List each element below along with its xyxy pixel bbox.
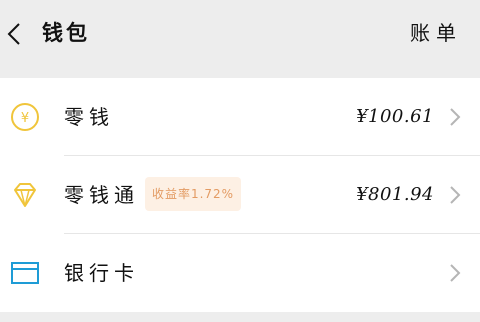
chevron-right-icon: [450, 108, 461, 126]
page-title: 钱包: [42, 21, 90, 45]
wallet-list: ¥ 零钱 ¥100.61 零钱通 收益率1.72% ¥801.94 银行卡: [0, 78, 480, 312]
yield-rate-badge: 收益率1.72%: [145, 177, 241, 211]
diamond-icon: [14, 183, 36, 207]
back-arrow-icon: [7, 23, 20, 45]
wallet-item-change-plus[interactable]: 零钱通 收益率1.72% ¥801.94: [0, 156, 480, 234]
wallet-item-label: 零钱: [64, 105, 114, 129]
wallet-item-label: 零钱通: [64, 183, 139, 207]
bank-card-icon: [11, 262, 39, 284]
bill-button[interactable]: 账单: [410, 18, 462, 48]
wallet-item-amount: ¥100.61: [356, 106, 434, 127]
svg-text:¥: ¥: [21, 111, 29, 126]
wallet-item-change[interactable]: ¥ 零钱 ¥100.61: [0, 78, 480, 156]
wallet-item-bank-card[interactable]: 银行卡: [0, 234, 480, 312]
chevron-right-icon: [450, 186, 461, 204]
chevron-right-icon: [450, 264, 461, 282]
top-bar: 钱包 账单: [0, 0, 480, 70]
yuan-coin-icon: ¥: [11, 103, 39, 131]
wallet-item-amount: ¥801.94: [356, 184, 434, 205]
back-button[interactable]: [0, 14, 34, 54]
wallet-item-label: 银行卡: [64, 261, 139, 285]
